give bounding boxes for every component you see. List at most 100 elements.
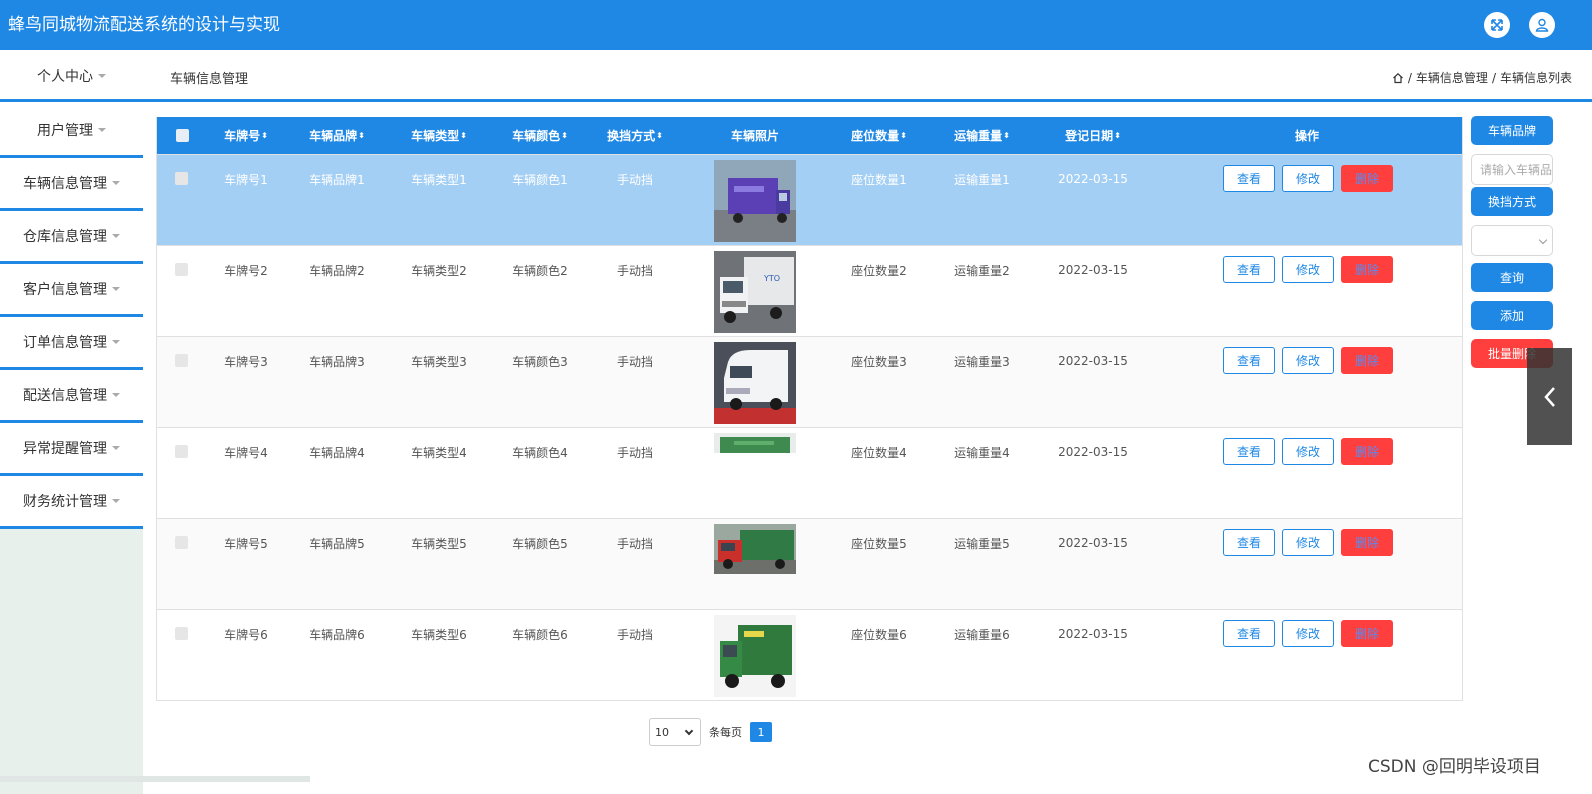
select-all-checkbox[interactable] <box>173 117 191 154</box>
edit-button[interactable]: 修改 <box>1282 620 1334 647</box>
column-header-brand[interactable]: 车辆品牌 ⬍ <box>299 117 375 154</box>
column-label: 车辆类型 <box>411 129 460 143</box>
sidebar-item-order-management[interactable]: 订单信息管理 <box>0 317 143 370</box>
brand-search-input[interactable]: 请输入车辆品牌 <box>1471 154 1553 185</box>
table-row[interactable]: 车牌号3 车辆品牌3 车辆类型3 车辆颜色3 手动挡 座位数量3 运输重量3 2… <box>157 336 1462 427</box>
cell-seats: 座位数量3 <box>851 354 907 369</box>
breadcrumb: / 车辆信息管理 / 车辆信息列表 <box>1392 69 1572 86</box>
user-avatar-button[interactable] <box>1529 12 1555 38</box>
delete-button[interactable]: 删除 <box>1341 256 1393 283</box>
page-title: 车辆信息管理 <box>170 72 249 87</box>
add-button[interactable]: 添加 <box>1471 301 1553 330</box>
delete-button[interactable]: 删除 <box>1341 438 1393 465</box>
gear-select[interactable] <box>1471 225 1553 256</box>
sidebar-item-vehicle-management[interactable]: 车辆信息管理 <box>0 158 143 211</box>
user-icon <box>1535 18 1549 32</box>
vehicle-photo-red-green-truck[interactable] <box>714 524 796 574</box>
view-button[interactable]: 查看 <box>1223 165 1275 192</box>
sidebar-item-exception-management[interactable]: 异常提醒管理 <box>0 423 143 476</box>
column-label: 运输重量 <box>954 129 1003 143</box>
brand-filter-label[interactable]: 车辆品牌 <box>1471 116 1553 145</box>
cell-gear: 手动挡 <box>616 263 653 278</box>
table-row[interactable]: 车牌号4 车辆品牌4 车辆类型4 车辆颜色4 手动挡 座位数量4 运输重量4 2… <box>157 427 1462 518</box>
column-header-plate[interactable]: 车牌号 ⬍ <box>213 117 279 154</box>
cell-date: 2022-03-15 <box>1058 445 1128 459</box>
column-header-color[interactable]: 车辆颜色 ⬍ <box>502 117 578 154</box>
caret-down-icon <box>112 499 120 503</box>
vehicle-photo-white-van[interactable] <box>714 342 796 424</box>
column-label: 车牌号 <box>224 129 261 143</box>
row-checkbox[interactable] <box>175 172 188 185</box>
search-button[interactable]: 查询 <box>1471 263 1553 292</box>
row-checkbox[interactable] <box>175 536 188 549</box>
sidebar-item-user-management[interactable]: 用户管理 <box>0 105 143 158</box>
page-size-value: 10 <box>655 725 669 739</box>
chevron-down-icon <box>1538 235 1548 245</box>
column-header-seats[interactable]: 座位数量 ⬍ <box>841 117 917 154</box>
column-header-gear[interactable]: 换挡方式 ⬍ <box>597 117 673 154</box>
column-header-weight[interactable]: 运输重量 ⬍ <box>944 117 1020 154</box>
column-header-type[interactable]: 车辆类型 ⬍ <box>401 117 477 154</box>
per-page-label: 条每页 <box>709 726 742 739</box>
gear-filter-label[interactable]: 换挡方式 <box>1471 187 1553 216</box>
page-size-select[interactable]: 10 <box>649 718 701 746</box>
delete-button[interactable]: 删除 <box>1341 620 1393 647</box>
home-icon[interactable] <box>1392 72 1404 84</box>
table-row[interactable]: 车牌号1 车辆品牌1 车辆类型1 车辆颜色1 手动挡 座位数量1 运输重量1 2… <box>157 154 1462 245</box>
row-checkbox[interactable] <box>175 354 188 367</box>
sort-icon: ⬍ <box>900 131 907 140</box>
sidebar-item-customer-management[interactable]: 客户信息管理 <box>0 264 143 317</box>
sidebar-item-label: 仓库信息管理 <box>23 229 107 245</box>
vehicle-photo-green-cargo-truck[interactable] <box>714 615 796 697</box>
cell-date: 2022-03-15 <box>1058 172 1128 186</box>
sidebar-item-delivery-management[interactable]: 配送信息管理 <box>0 370 143 423</box>
fullscreen-icon <box>1491 19 1503 31</box>
view-button[interactable]: 查看 <box>1223 347 1275 374</box>
cell-plate: 车牌号1 <box>224 172 268 187</box>
sidebar-item-label: 异常提醒管理 <box>23 441 107 457</box>
sidebar-item-warehouse-management[interactable]: 仓库信息管理 <box>0 211 143 264</box>
column-label: 车辆品牌 <box>309 129 358 143</box>
vehicle-photo-purple-truck[interactable] <box>714 160 796 242</box>
caret-down-icon <box>112 393 120 397</box>
page-number-button[interactable]: 1 <box>750 722 772 742</box>
edit-button[interactable]: 修改 <box>1282 165 1334 192</box>
collapse-panel-button[interactable] <box>1527 348 1572 445</box>
horizontal-scrollbar[interactable] <box>0 776 310 782</box>
column-header-photo: 车辆照片 <box>714 117 796 154</box>
column-header-date[interactable]: 登记日期 ⬍ <box>1055 117 1131 154</box>
column-label: 操作 <box>1294 129 1319 143</box>
watermark: CSDN @回明毕设项目 <box>1368 757 1541 777</box>
cell-brand: 车辆品牌3 <box>309 354 365 369</box>
delete-button[interactable]: 删除 <box>1341 347 1393 374</box>
row-checkbox[interactable] <box>175 263 188 276</box>
row-checkbox[interactable] <box>175 445 188 458</box>
cell-weight: 运输重量3 <box>954 354 1010 369</box>
cell-type: 车辆类型5 <box>411 536 467 551</box>
edit-button[interactable]: 修改 <box>1282 256 1334 283</box>
svg-text:YTO: YTO <box>763 274 780 283</box>
table-row[interactable]: 车牌号5 车辆品牌5 车辆类型5 车辆颜色5 手动挡 座位数量5 运输重量5 2… <box>157 518 1462 609</box>
personal-center-menu[interactable]: 个人中心 <box>0 50 143 102</box>
edit-button[interactable]: 修改 <box>1282 529 1334 556</box>
row-checkbox[interactable] <box>175 627 188 640</box>
cell-weight: 运输重量2 <box>954 263 1010 278</box>
view-button[interactable]: 查看 <box>1223 620 1275 647</box>
view-button[interactable]: 查看 <box>1223 256 1275 283</box>
table-row[interactable]: 车牌号2 车辆品牌2 车辆类型2 车辆颜色2 手动挡 YTO 座位数量2 运输重… <box>157 245 1462 336</box>
view-button[interactable]: 查看 <box>1223 529 1275 556</box>
delete-button[interactable]: 删除 <box>1341 529 1393 556</box>
vehicle-photo-green-truck-partial[interactable] <box>714 433 796 453</box>
vehicle-photo-white-box-truck[interactable]: YTO <box>714 251 796 333</box>
edit-button[interactable]: 修改 <box>1282 347 1334 374</box>
edit-button[interactable]: 修改 <box>1282 438 1334 465</box>
pagination: 10 条每页 1 <box>649 718 772 746</box>
table-row[interactable]: 车牌号6 车辆品牌6 车辆类型6 车辆颜色6 手动挡 座位数量6 运输重量6 2… <box>157 609 1462 700</box>
view-button[interactable]: 查看 <box>1223 438 1275 465</box>
breadcrumb-item[interactable]: 车辆信息管理 <box>1416 69 1488 86</box>
delete-button[interactable]: 删除 <box>1341 165 1393 192</box>
cell-date: 2022-03-15 <box>1058 263 1128 277</box>
sidebar-item-finance-management[interactable]: 财务统计管理 <box>0 476 143 529</box>
fullscreen-button[interactable] <box>1484 12 1510 38</box>
table-header: 车牌号 ⬍ 车辆品牌 ⬍ 车辆类型 ⬍ 车辆颜色 ⬍ 换挡方式 ⬍ 车辆照片 座位数量 ⬍ … <box>157 117 1462 154</box>
